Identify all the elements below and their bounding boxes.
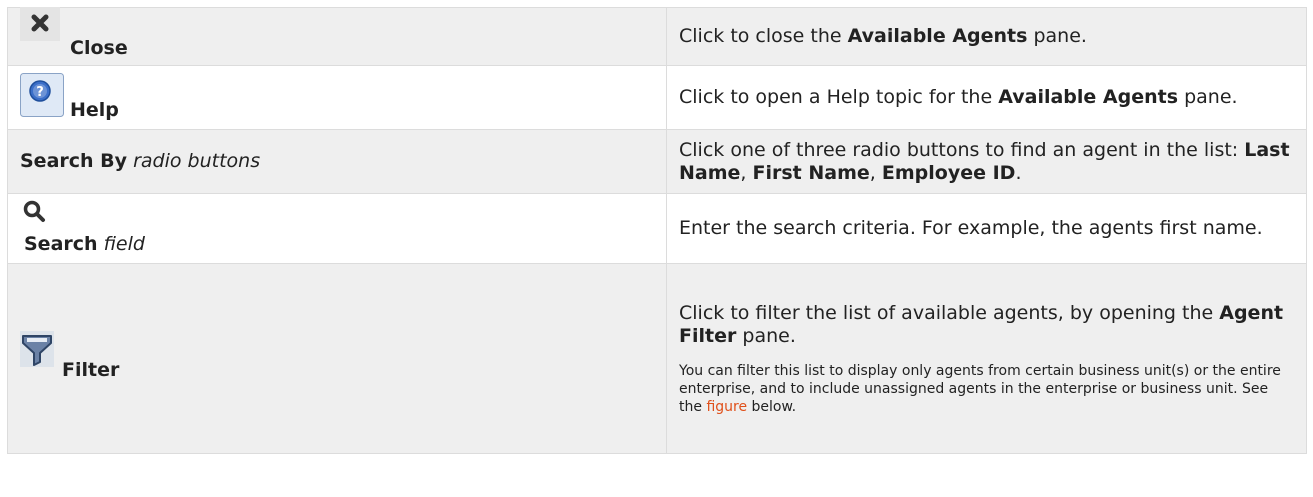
desc-text: pane. xyxy=(736,324,796,347)
desc-bold: First Name xyxy=(752,161,870,184)
control-label: Filter xyxy=(62,359,120,381)
control-label: Help xyxy=(70,98,119,121)
description-cell: Click to filter the list of available ag… xyxy=(666,263,1307,454)
desc-text: pane. xyxy=(1178,86,1238,108)
desc-text: Click to filter the list of available ag… xyxy=(679,301,1220,324)
desc-text: Click one of three radio buttons to find… xyxy=(679,138,1245,161)
control-label: Search By xyxy=(20,150,128,172)
filter-icon xyxy=(20,331,54,373)
control-label: Close xyxy=(70,37,128,59)
desc-bold: Available Agents xyxy=(998,86,1179,108)
table-row-search: Search field Enter the search criteria. … xyxy=(7,193,1307,264)
desc-bold: Employee ID xyxy=(881,161,1016,184)
table-row-help: ? Help Click to open a Help topic for th… xyxy=(7,65,1307,130)
close-icon xyxy=(20,7,60,47)
table-row-filter: Filter Click to filter the list of avail… xyxy=(7,263,1307,454)
desc-note: You can filter this list to display only… xyxy=(679,362,1294,416)
desc-text: Enter the search criteria. For example, … xyxy=(679,217,1263,239)
control-cell: Filter xyxy=(7,263,667,454)
desc-text: Click to open a Help topic for the xyxy=(679,86,999,108)
figure-link[interactable]: figure xyxy=(706,399,747,415)
control-label-suffix: field xyxy=(103,233,145,255)
control-cell: Search By radio buttons xyxy=(7,129,667,194)
note-text: below. xyxy=(747,398,797,415)
control-cell: ? Help xyxy=(7,65,667,130)
control-label-suffix: radio buttons xyxy=(133,150,261,172)
desc-paragraph: Click to filter the list of available ag… xyxy=(679,302,1294,348)
control-cell: Close xyxy=(7,7,667,66)
desc-text: . xyxy=(1015,161,1022,184)
description-cell: Click to open a Help topic for the Avail… xyxy=(666,65,1307,130)
desc-text: , xyxy=(869,161,882,184)
description-cell: Click one of three radio buttons to find… xyxy=(666,129,1307,194)
svg-text:?: ? xyxy=(36,85,44,100)
table-row-search-by: Search By radio buttons Click one of thr… xyxy=(7,129,1307,194)
search-icon xyxy=(20,197,50,233)
desc-text: Click to close the xyxy=(679,25,848,47)
table-row-close: Close Click to close the Available Agent… xyxy=(7,7,1307,66)
desc-text: pane. xyxy=(1027,25,1087,47)
desc-bold: Available Agents xyxy=(847,25,1028,47)
control-cell: Search field xyxy=(7,193,667,264)
controls-table: Close Click to close the Available Agent… xyxy=(7,7,1307,454)
control-label: Search xyxy=(24,233,98,255)
desc-text: , xyxy=(740,161,753,184)
description-cell: Click to close the Available Agents pane… xyxy=(666,7,1307,66)
description-cell: Enter the search criteria. For example, … xyxy=(666,193,1307,264)
help-icon: ? xyxy=(20,72,64,123)
